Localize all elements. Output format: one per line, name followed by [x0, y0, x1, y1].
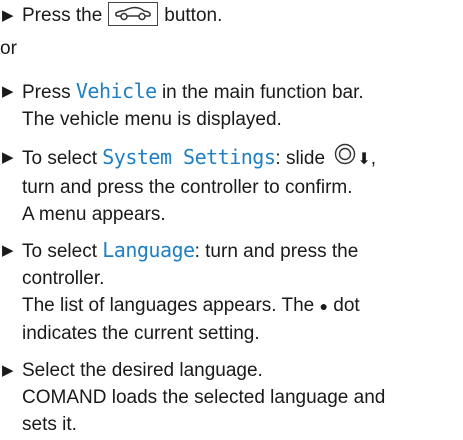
step-4-line2: controller. — [22, 268, 105, 289]
menu-item-system-settings[interactable]: System Settings — [102, 145, 276, 169]
step-4-post: : turn and press the — [194, 241, 359, 262]
or-separator: or — [0, 38, 17, 59]
step-3-line2: turn and press the controller to confirm… — [22, 177, 353, 198]
bullet-icon: ▶ — [2, 362, 14, 379]
step-4-pre: To select — [22, 241, 97, 262]
step-1-text-after: button. — [164, 5, 223, 26]
step-4-line3-post: dot — [333, 295, 360, 316]
vehicle-button[interactable] — [108, 1, 159, 26]
step-5-line1: Select the desired language. — [22, 360, 263, 381]
vehicle-icon — [115, 6, 152, 21]
step-3-line3: A menu appears. — [22, 204, 166, 225]
bullet-icon: ▶ — [2, 149, 14, 166]
filled-dot-icon: ● — [319, 298, 328, 314]
step-4-line3: The list of languages appears. The — [22, 295, 315, 316]
step-5-line3: sets it. — [22, 414, 77, 435]
controller-ring-icon — [334, 143, 356, 173]
step-2-line2: The vehicle menu is displayed. — [22, 109, 282, 130]
step-5-line2: COMAND loads the selected language and — [22, 387, 386, 408]
step-1-text-before: Press the — [22, 5, 103, 26]
step-4-line4: indicates the current setting. — [22, 323, 260, 344]
menu-item-vehicle[interactable]: Vehicle — [76, 79, 157, 103]
step-2-pre: Press — [22, 82, 71, 103]
step-3-post: : slide — [275, 148, 326, 170]
step-2-post: in the main function bar. — [161, 82, 364, 103]
manual-page: { "steps": [ {"text_before_icon": "Press… — [0, 0, 463, 440]
bullet-icon: ▶ — [2, 83, 14, 100]
down-arrow-icon: ⬇ — [357, 151, 371, 169]
step-3-pre: To select — [22, 148, 97, 170]
bullet-icon: ▶ — [2, 242, 14, 259]
bullet-icon: ▶ — [2, 7, 14, 24]
menu-item-language[interactable]: Language — [102, 238, 195, 262]
